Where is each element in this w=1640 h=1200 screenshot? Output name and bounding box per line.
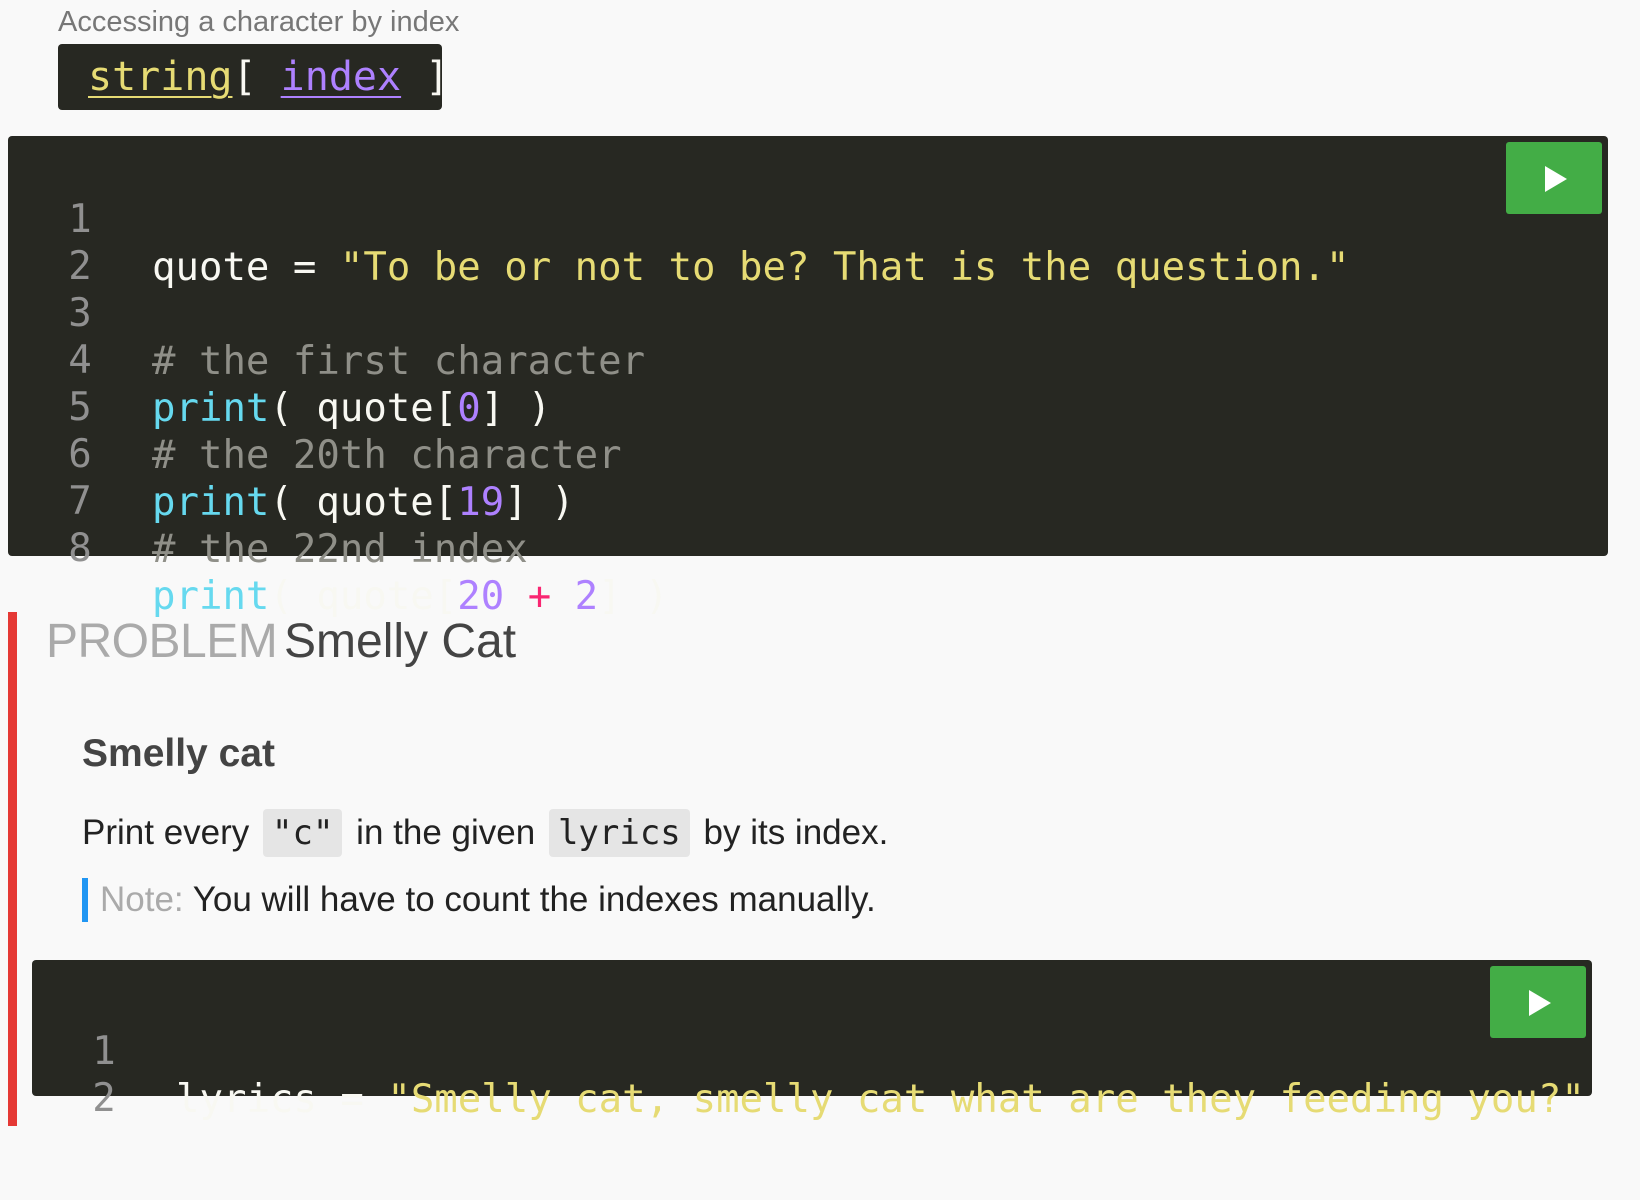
inline-code: lyrics (548, 809, 690, 857)
code-line: 1 lyrics = "Smelly cat, smelly cat what … (32, 980, 1585, 1122)
code-token: lyrics (176, 1077, 317, 1122)
code-token: ] ) (504, 480, 575, 525)
code-editor-problem[interactable]: 1 lyrics = "Smelly cat, smelly cat what … (32, 960, 1592, 1122)
code-token: = (269, 245, 340, 290)
line-number: 8 (68, 526, 92, 571)
syntax-close-bracket: ] (401, 54, 450, 100)
description-text: Print every (82, 813, 250, 852)
code-token: "Smelly cat, smelly cat what are they fe… (387, 1077, 1585, 1122)
code-token: ( quote[ (269, 574, 458, 619)
code-line: 5 # the 20th character (8, 336, 621, 478)
code-token: 20 (457, 574, 505, 619)
description-text: in the given (356, 813, 536, 852)
code-token: "To be or not to be? That is the questio… (339, 245, 1350, 290)
code-comment: # the 22nd index (152, 527, 528, 572)
code-token: 0 (457, 386, 481, 431)
code-comment: # the first character (152, 339, 646, 384)
run-button[interactable] (1506, 142, 1602, 214)
syntax-caption: Accessing a character by index (58, 6, 460, 38)
note-text: You will have to count the indexes manua… (183, 880, 876, 919)
code-token: print (152, 574, 270, 619)
play-icon (1529, 990, 1551, 1016)
line-number: 2 (92, 1076, 116, 1121)
code-token: ( quote[ (269, 480, 458, 525)
code-editor-example[interactable]: 1 quote = "To be or not to be? That is t… (8, 136, 1608, 619)
description-text: by its index. (703, 813, 889, 852)
problem-label: PROBLEM (46, 615, 278, 668)
inline-code: "c" (263, 809, 343, 857)
code-comment: # the 20th character (152, 433, 622, 478)
code-token: 19 (457, 480, 505, 525)
code-line: 1 quote = "To be or not to be? That is t… (8, 148, 1349, 290)
syntax-open-bracket: [ (232, 54, 281, 100)
code-token: 2 (574, 574, 599, 619)
code-line: 8 print( quote[20 + 2] ) (8, 477, 668, 619)
code-token: print (152, 386, 270, 431)
code-line: 7 # the 22nd index (8, 430, 527, 572)
code-line: 3 # the first character (8, 242, 645, 384)
syntax-snippet: string[ index ] (58, 44, 449, 110)
note-label: Note: (100, 880, 184, 919)
code-token: ] ) (598, 574, 669, 619)
code-line: 4 print( quote[0] ) (8, 289, 551, 431)
play-icon (1545, 166, 1567, 192)
problem-title: Smelly Cat (284, 615, 517, 668)
problem-description: Print every "c" in the given lyrics by i… (82, 806, 888, 860)
problem-heading: Smelly cat (82, 732, 275, 775)
syntax-string: string (88, 54, 233, 100)
code-token: quote (152, 245, 270, 290)
code-token: print (152, 480, 270, 525)
code-token: + (504, 574, 575, 619)
note: Note: You will have to count the indexes… (82, 878, 876, 922)
code-line: 2 (8, 195, 102, 289)
syntax-index: index (280, 54, 402, 100)
code-token: ( quote[ (269, 386, 458, 431)
code-token: = (316, 1077, 388, 1122)
code-token: ] ) (480, 386, 552, 431)
run-button[interactable] (1490, 966, 1586, 1038)
code-line: 2 (32, 1027, 126, 1121)
code-line: 6 print( quote[19] ) (8, 383, 574, 525)
problem-accent-bar (8, 612, 17, 1126)
